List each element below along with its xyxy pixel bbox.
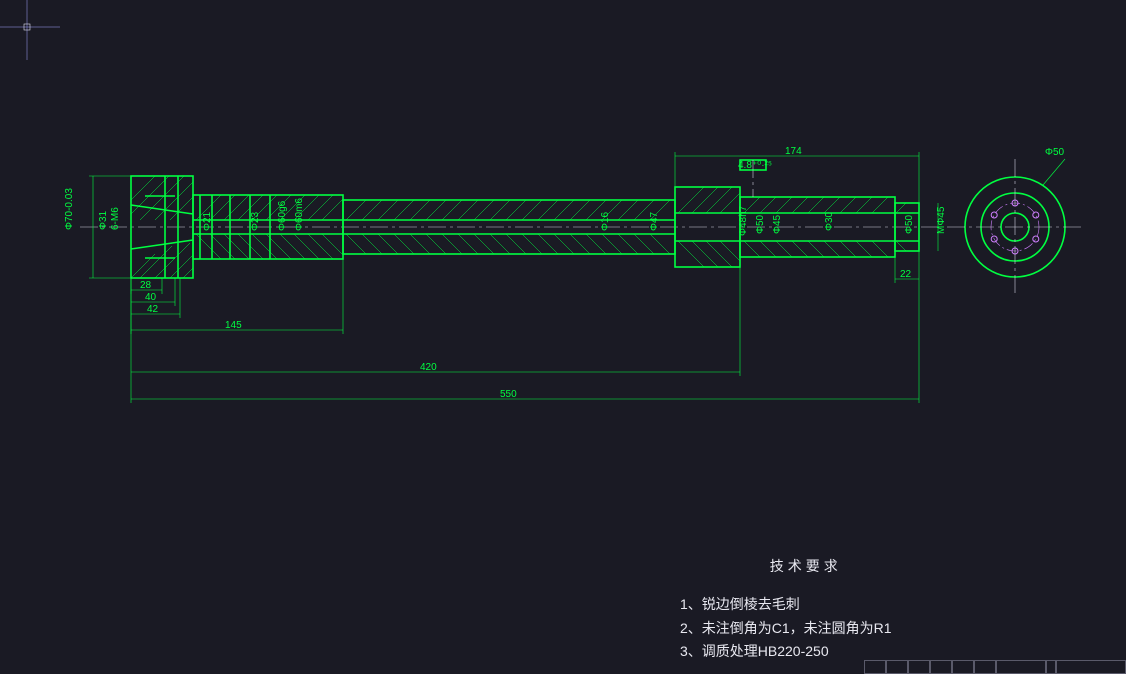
dim-phi60m6: Φ60m6 — [294, 198, 305, 231]
note-line-1: 1、锐边倒棱去毛刺 — [680, 593, 892, 617]
dim-phi48: Φ48h7 — [738, 205, 749, 236]
dim-174: 174 — [675, 146, 919, 203]
status-cell[interactable] — [886, 660, 908, 674]
dim-40: 40 — [131, 278, 175, 306]
dim-phi30: Φ30 — [824, 211, 835, 231]
dim-48tol: 4.8⁺⁰·²⁵ — [738, 160, 772, 171]
dim-420: 420 — [131, 267, 740, 376]
note-line-2: 2、未注倒角为C1，未注圆角为R1 — [680, 617, 892, 641]
dim-phi50a: Φ50 — [755, 214, 766, 234]
dim-phi23: Φ23 — [250, 211, 261, 231]
status-cell[interactable] — [1056, 660, 1126, 674]
svg-text:174: 174 — [785, 146, 802, 157]
dim-6m6: 6-M6 — [110, 207, 121, 230]
note-line-3: 3、调质处理HB220-250 — [680, 640, 892, 664]
svg-text:4.8⁺⁰·²⁵: 4.8⁺⁰·²⁵ — [738, 160, 772, 171]
shaft-end-view: Φ50 — [947, 147, 1083, 295]
svg-text:28: 28 — [140, 280, 152, 291]
status-cell[interactable] — [974, 660, 996, 674]
origin-marker — [0, 0, 60, 60]
dim-phi50b: Φ50 — [904, 214, 915, 234]
dim-phi31: Φ31 — [98, 210, 109, 230]
status-cell[interactable] — [930, 660, 952, 674]
svg-text:22: 22 — [900, 269, 912, 280]
dim-mphi45: MΦ45 — [936, 206, 947, 234]
status-cell[interactable] — [864, 660, 886, 674]
svg-text:550: 550 — [500, 389, 517, 400]
dim-22: 22 — [895, 251, 919, 283]
svg-text:40: 40 — [145, 292, 157, 303]
dim-phi47: Φ47 — [649, 211, 660, 231]
cad-canvas[interactable]: 28 40 42 145 420 550 — [0, 0, 1126, 674]
status-cell[interactable] — [1046, 660, 1056, 674]
dim-phi60g6: Φ60g6 — [277, 200, 288, 231]
dim-phi21: Φ21 — [202, 211, 213, 231]
svg-text:145: 145 — [225, 320, 242, 331]
dim-phi45a: Φ45 — [772, 214, 783, 234]
dim-550: 550 — [131, 251, 919, 403]
status-cell[interactable] — [996, 660, 1046, 674]
status-cell[interactable] — [908, 660, 930, 674]
status-bar — [864, 660, 1126, 674]
svg-text:Φ70-0.03: Φ70-0.03 — [64, 188, 75, 230]
dim-end-phi50: Φ50 — [1045, 147, 1065, 158]
svg-text:420: 420 — [420, 362, 437, 373]
status-cell[interactable] — [952, 660, 974, 674]
shaft-section-view: 28 40 42 145 420 550 — [64, 146, 947, 403]
svg-text:42: 42 — [147, 304, 159, 315]
technical-notes: 技术要求 1、锐边倒棱去毛刺 2、未注倒角为C1，未注圆角为R1 3、调质处理H… — [680, 555, 892, 664]
dim-phi16: Φ16 — [600, 211, 611, 231]
notes-title: 技术要求 — [720, 555, 892, 579]
